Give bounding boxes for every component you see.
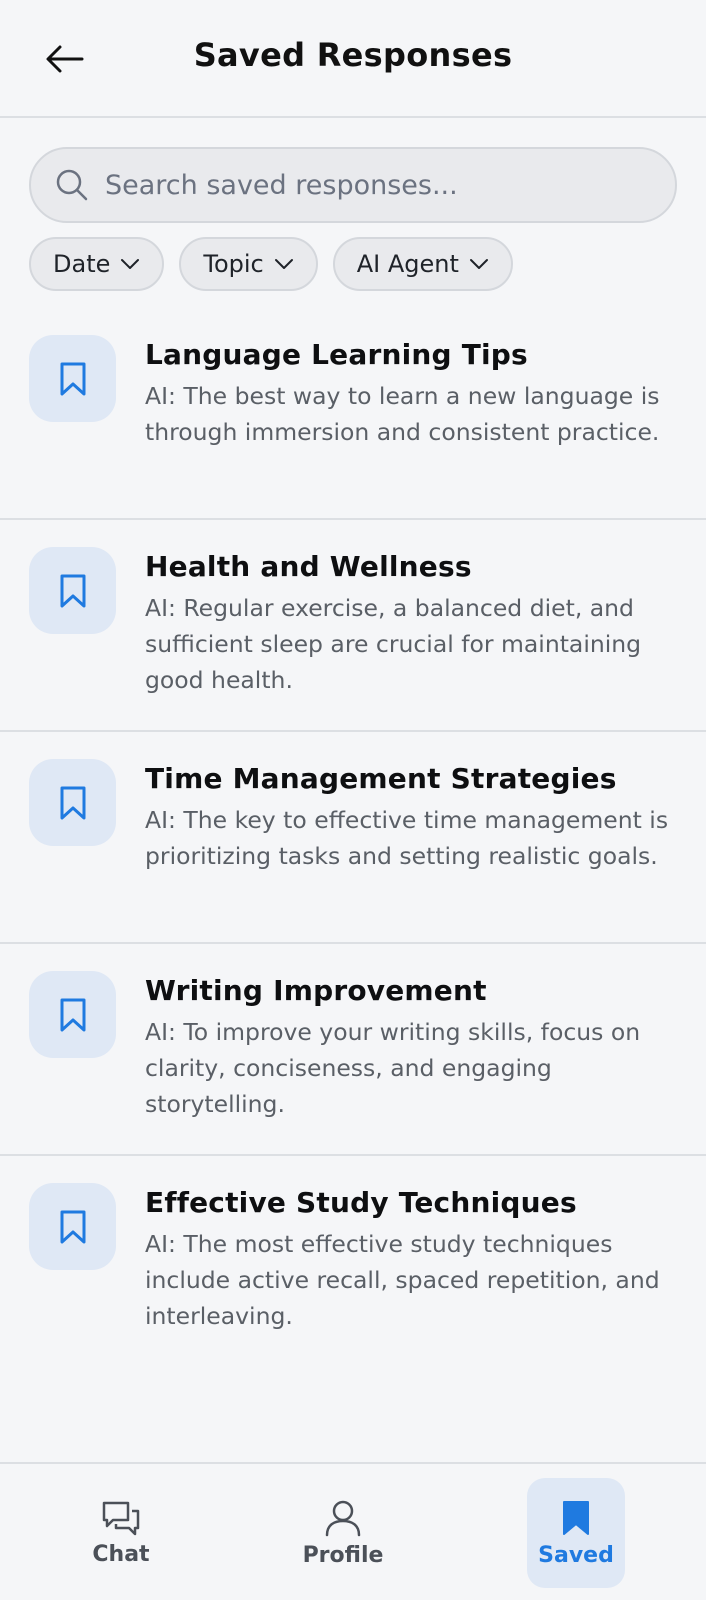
item-body: AI: Regular exercise, a balanced diet, a… [145, 594, 642, 694]
item-body: AI: The most effective study techniques … [145, 1230, 660, 1330]
item-title: Effective Study Techniques [145, 1186, 577, 1219]
nav-saved[interactable]: Saved [527, 1478, 625, 1588]
search-icon [56, 169, 88, 201]
item-title: Writing Improvement [145, 974, 487, 1007]
bookmark-icon [60, 1210, 85, 1243]
item-title: Language Learning Tips [145, 338, 528, 371]
bookmark-icon [60, 786, 85, 819]
filter-bar: Date Topic AI Agent [29, 237, 513, 291]
chevron-down-icon [121, 259, 140, 269]
bookmark-icon [60, 998, 85, 1031]
list-item[interactable]: Writing Improvement AI: To improve your … [0, 944, 706, 1156]
page-title: Saved Responses [193, 36, 513, 74]
search-input[interactable] [105, 169, 645, 201]
saved-responses-list: Language Learning Tips AI: The best way … [0, 308, 706, 1368]
list-item[interactable]: Effective Study Techniques AI: The most … [0, 1156, 706, 1368]
bookmark-icon [60, 362, 85, 395]
filter-date-label: Date [53, 250, 111, 278]
list-item[interactable]: Language Learning Tips AI: The best way … [0, 308, 706, 520]
nav-profile[interactable]: Profile [288, 1478, 398, 1588]
nav-chat[interactable]: Chat [66, 1478, 176, 1588]
bookmark-icon [60, 574, 85, 607]
app: Saved Responses Date Topic AI Agent [0, 0, 706, 1600]
chevron-down-icon [469, 259, 488, 269]
item-body: AI: The key to effective time management… [145, 806, 669, 870]
bookmark-badge [29, 547, 116, 634]
item-title: Health and Wellness [145, 550, 472, 583]
bookmark-filled-icon [563, 1500, 589, 1535]
bookmark-badge [29, 335, 116, 422]
nav-chat-label: Chat [92, 1541, 150, 1567]
bookmark-badge [29, 971, 116, 1058]
chevron-down-icon [274, 259, 293, 269]
item-body: AI: The best way to learn a new language… [145, 382, 660, 446]
header: Saved Responses [0, 0, 706, 118]
filter-ai-agent-label: AI Agent [356, 250, 459, 278]
nav-profile-label: Profile [302, 1542, 384, 1568]
bottom-nav: Chat Profile Saved [0, 1462, 706, 1600]
bookmark-badge [29, 1183, 116, 1270]
person-icon [325, 1500, 361, 1536]
chat-icon [102, 1501, 140, 1535]
item-body: AI: To improve your writing skills, focu… [145, 1018, 641, 1118]
filter-topic-chip[interactable]: Topic [179, 237, 318, 291]
nav-saved-label: Saved [538, 1542, 614, 1568]
search-bar[interactable] [29, 147, 677, 223]
filter-topic-label: Topic [203, 250, 264, 278]
filter-ai-agent-chip[interactable]: AI Agent [332, 237, 513, 291]
list-item[interactable]: Health and Wellness AI: Regular exercise… [0, 520, 706, 732]
bookmark-badge [29, 759, 116, 846]
list-item[interactable]: Time Management Strategies AI: The key t… [0, 732, 706, 944]
item-title: Time Management Strategies [145, 762, 617, 795]
filter-date-chip[interactable]: Date [29, 237, 165, 291]
